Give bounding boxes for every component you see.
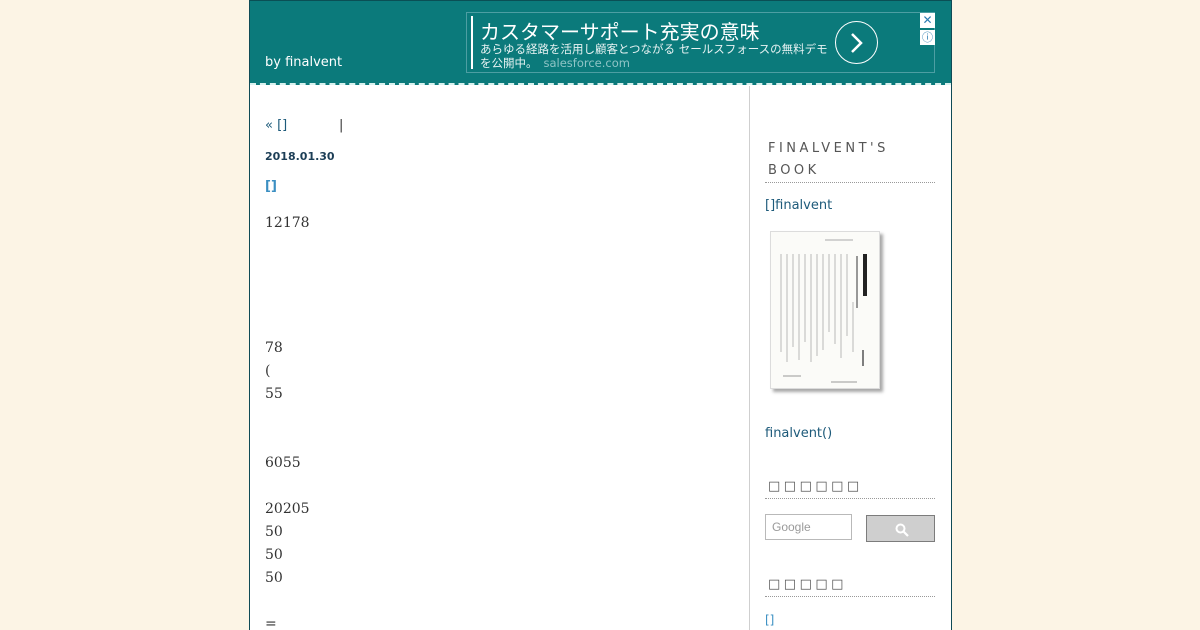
ad-arrow-button[interactable]: [835, 21, 878, 64]
post-date: 2018.01.30: [265, 150, 335, 163]
post-title-link[interactable]: []: [265, 179, 277, 194]
page-container: by finalvent カスタマーサポート充実の意味 あらゆる経路を活用し顧客…: [249, 0, 952, 630]
post-body-line: 50: [265, 570, 283, 586]
prev-post-link[interactable]: « []: [265, 118, 287, 133]
ad-title[interactable]: カスタマーサポート充実の意味: [480, 16, 760, 45]
post-navigation: « [] |: [265, 118, 343, 133]
recent-entry-link[interactable]: []: [765, 613, 774, 627]
blog-header: by finalvent カスタマーサポート充実の意味 あらゆる経路を活用し顧客…: [250, 0, 951, 85]
search-icon: [895, 523, 909, 537]
ad-close-icon[interactable]: ✕: [920, 13, 935, 28]
book-cover-art: [780, 239, 867, 383]
author-link[interactable]: finalvent(): [765, 426, 832, 441]
column-divider: [749, 86, 750, 630]
post-body-line: =: [265, 616, 277, 630]
post-body-line: 20205: [265, 501, 310, 517]
nav-separator: |: [339, 118, 344, 133]
post-body-line: (: [265, 363, 271, 379]
ad-accent-bar: [471, 16, 473, 69]
post-body-line: 78: [265, 340, 283, 356]
ad-description-text: あらゆる経路を活用し顧客とつながる セールスフォースの無料デモを公開中。: [480, 42, 828, 70]
search-section-heading: □□□□□□: [765, 476, 935, 499]
post-body-line: 55: [265, 386, 283, 402]
ad-info-icon[interactable]: ⓘ: [920, 30, 935, 45]
post-body-line: 50: [265, 547, 283, 563]
book-link[interactable]: []finalvent: [765, 198, 832, 213]
post-body-line: 12178: [265, 215, 310, 231]
post-body-line: 6055: [265, 455, 301, 471]
search-input[interactable]: Google: [765, 514, 852, 540]
chevron-right-icon: [851, 33, 863, 53]
post-body-line: 50: [265, 524, 283, 540]
search-button[interactable]: [866, 515, 935, 542]
ad-description[interactable]: あらゆる経路を活用し顧客とつながる セールスフォースの無料デモを公開中。 sale…: [480, 42, 830, 70]
ad-banner[interactable]: カスタマーサポート充実の意味 あらゆる経路を活用し顧客とつながる セールスフォー…: [466, 12, 935, 73]
book-section-heading: FINALVENT'S BOOK: [765, 138, 935, 183]
blog-byline[interactable]: by finalvent: [265, 55, 342, 70]
book-cover-image[interactable]: [770, 231, 880, 389]
ad-domain[interactable]: salesforce.com: [544, 56, 630, 70]
recent-section-heading: □□□□□: [765, 574, 935, 597]
